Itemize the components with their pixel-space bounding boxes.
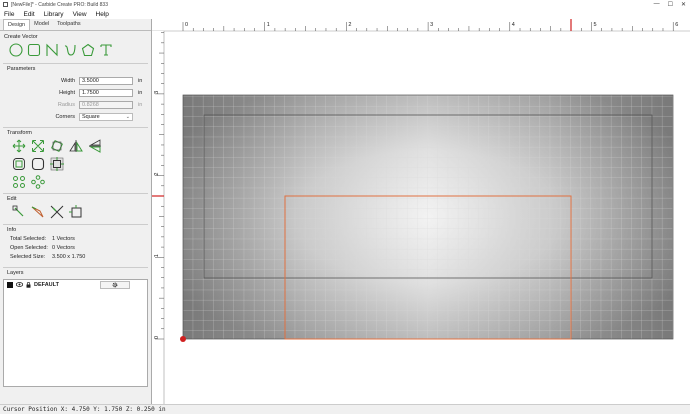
total-selected-value: 1 Vectors xyxy=(52,236,75,242)
chevron-down-icon: ⌄ xyxy=(125,114,130,120)
circle-icon[interactable] xyxy=(9,43,23,57)
menu-library[interactable]: Library xyxy=(44,11,64,18)
layer-name: DEFAULT xyxy=(34,281,59,288)
ruler-top xyxy=(152,19,690,31)
polygon-icon[interactable] xyxy=(81,43,95,57)
corners-param: Corners Square ⌄ xyxy=(3,111,148,123)
ruler-y-tick-label: 2 xyxy=(154,173,160,176)
edit-title: Edit xyxy=(7,196,17,202)
width-param: Width 3.5000 in xyxy=(3,75,148,87)
lock-icon[interactable] xyxy=(26,281,31,288)
canvas-drawing[interactable]: 0 1 2 3 4 5 6 3 2 1 0 xyxy=(152,19,690,404)
origin-marker xyxy=(180,336,186,342)
ruler-y-tick-label: 3 xyxy=(154,91,160,94)
move-icon[interactable] xyxy=(12,139,26,153)
radius-field[interactable]: 0.8268 xyxy=(79,101,133,109)
height-unit: in xyxy=(138,90,143,96)
height-field[interactable]: 1.7500 xyxy=(79,89,133,97)
rectangle-icon[interactable] xyxy=(27,43,41,57)
window-controls: — ☐ ✕ xyxy=(654,1,686,8)
open-selected-row: Open Selected: 0 Vectors xyxy=(3,245,148,254)
width-label: Width xyxy=(60,78,75,84)
selected-size-value: 3.500 x 1.750 xyxy=(52,254,86,260)
ruler-y-tick-label: 0 xyxy=(154,336,160,339)
corners-label: Corners xyxy=(55,114,75,120)
corners-value: Square xyxy=(82,114,100,120)
mirror-icon[interactable] xyxy=(69,139,83,153)
layers-title: Layers xyxy=(7,270,24,276)
info-title: Info xyxy=(7,227,17,233)
text-icon[interactable] xyxy=(99,43,113,57)
title-bar: [NewFile]* - Carbide Create PRO: Build 8… xyxy=(0,0,690,9)
width-field[interactable]: 3.5000 xyxy=(79,77,133,85)
status-bar: Cursor Position X: 4.750 Y: 1.750 Z: 0.2… xyxy=(0,404,690,414)
boolean-icon[interactable] xyxy=(31,157,45,171)
menu-help[interactable]: Help xyxy=(96,11,109,18)
ruler-x-tick-label: 3 xyxy=(430,22,433,28)
scale-icon[interactable] xyxy=(31,139,45,153)
layer-color-swatch[interactable] xyxy=(7,281,13,288)
width-unit: in xyxy=(138,78,143,84)
join-icon[interactable] xyxy=(69,205,83,219)
tab-design[interactable]: Design xyxy=(3,19,31,30)
menu-file[interactable]: File xyxy=(4,11,14,18)
height-label: Height xyxy=(59,90,75,96)
array-icon[interactable] xyxy=(12,175,26,189)
total-selected-row: Total Selected: 1 Vectors xyxy=(3,236,148,245)
layers-list: DEFAULT xyxy=(3,279,148,387)
flip-icon[interactable] xyxy=(88,139,102,153)
polyline-icon[interactable] xyxy=(45,43,59,57)
layer-row[interactable]: DEFAULT xyxy=(4,280,147,289)
menu-edit[interactable]: Edit xyxy=(23,11,34,18)
knife-icon[interactable] xyxy=(31,205,45,219)
total-selected-label: Total Selected: xyxy=(10,236,47,242)
rotate-icon[interactable] xyxy=(50,139,64,153)
radius-param: Radius 0.8268 in xyxy=(3,99,148,111)
app-icon xyxy=(3,2,8,7)
parameters-title: Parameters xyxy=(7,66,36,72)
panel-tabs: Design Model Toolpaths xyxy=(0,19,151,31)
menu-view[interactable]: View xyxy=(73,11,87,18)
ruler-x-tick-label: 5 xyxy=(594,22,597,28)
offset-icon[interactable] xyxy=(12,157,26,171)
window-title: [NewFile]* - Carbide Create PRO: Build 8… xyxy=(11,1,108,8)
corners-select[interactable]: Square ⌄ xyxy=(79,113,133,121)
circular-array-icon[interactable] xyxy=(31,175,45,189)
stock-grid xyxy=(183,95,673,339)
height-param: Height 1.7500 in xyxy=(3,87,148,99)
open-selected-value: 0 Vectors xyxy=(52,245,75,251)
ruler-x-tick-label: 2 xyxy=(348,22,351,28)
radius-unit: in xyxy=(138,102,143,108)
layer-settings-button[interactable] xyxy=(99,280,130,289)
selected-size-label: Selected Size: xyxy=(10,254,46,260)
close-button[interactable]: ✕ xyxy=(681,1,686,8)
maximize-button[interactable]: ☐ xyxy=(668,1,673,8)
menu-bar: File Edit Library View Help xyxy=(0,9,690,19)
tab-model[interactable]: Model xyxy=(30,19,53,30)
curve-icon[interactable] xyxy=(63,43,77,57)
ruler-x-tick-label: 1 xyxy=(267,22,270,28)
transform-title: Transform xyxy=(7,130,32,136)
minimize-button[interactable]: — xyxy=(654,1,660,8)
gear-icon xyxy=(112,282,118,287)
node-edit-icon[interactable] xyxy=(12,205,26,219)
open-selected-label: Open Selected: xyxy=(10,245,48,251)
trim-icon[interactable] xyxy=(50,205,64,219)
eye-icon[interactable] xyxy=(16,282,23,287)
tab-toolpaths[interactable]: Toolpaths xyxy=(53,19,85,30)
ruler-left xyxy=(152,31,164,404)
align-icon[interactable] xyxy=(50,157,64,171)
ruler-x-tick-label: 0 xyxy=(185,22,188,28)
left-panel: Design Model Toolpaths Create Vector Par… xyxy=(0,19,152,404)
selected-size-row: Selected Size: 3.500 x 1.750 xyxy=(3,254,148,263)
ruler-x-tick-label: 6 xyxy=(675,22,678,28)
create-vector-title: Create Vector xyxy=(4,34,38,40)
design-canvas[interactable]: 0 1 2 3 4 5 6 3 2 1 0 xyxy=(152,19,690,404)
ruler-y-tick-label: 1 xyxy=(154,254,160,257)
ruler-x-tick-label: 4 xyxy=(512,22,515,28)
radius-label: Radius xyxy=(57,102,75,108)
